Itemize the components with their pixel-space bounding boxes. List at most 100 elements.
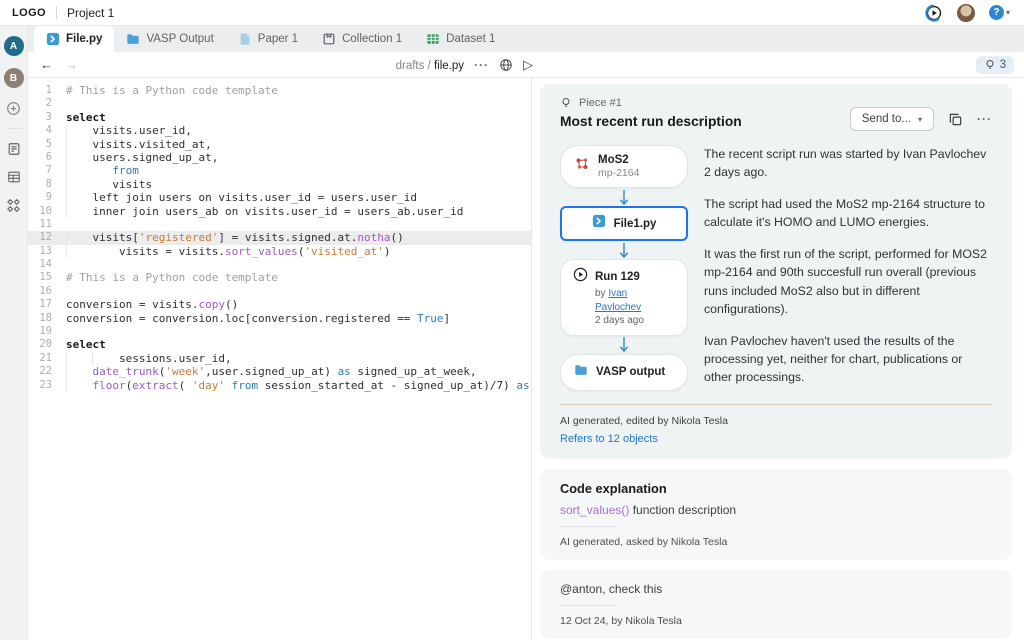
code-line-10[interactable]: 10 inner join users_ab on visits.user_id… [28, 205, 531, 218]
indent-guide [66, 191, 67, 204]
code-line-1[interactable]: 1# This is a Python code template [28, 84, 531, 97]
code-editor[interactable]: 1# This is a Python code template23selec… [28, 78, 532, 640]
code-line-5[interactable]: 5 visits.visited_at, [28, 138, 531, 151]
globe-icon[interactable] [499, 58, 513, 72]
code-text [66, 218, 531, 231]
code-line-22[interactable]: 22 date_trunk('week',user.signed_up_at) … [28, 365, 531, 378]
indent-guide [92, 352, 93, 365]
paper-icon [238, 32, 252, 46]
sidebar-avatar-a[interactable]: A [4, 36, 24, 56]
help-icon[interactable]: ? [989, 5, 1004, 20]
code-text: visits [66, 178, 531, 191]
function-name[interactable]: sort_values() [560, 503, 629, 517]
code-line-9[interactable]: 9 left join users on visits.user_id = us… [28, 191, 531, 204]
help-menu[interactable]: ? ▾ [989, 5, 1010, 20]
flow-arrow-down-icon [618, 241, 630, 259]
tab-label: Paper 1 [258, 33, 298, 45]
run-file-icon[interactable]: ▷ [523, 58, 533, 71]
code-line-12[interactable]: 12 visits['registered'] = visits.signed.… [28, 231, 531, 244]
molecule-icon [574, 156, 590, 177]
right-panel: Piece #1 Most recent run description Sen… [532, 78, 1024, 640]
node-subtitle: mp-2164 [598, 167, 639, 179]
code-line-19[interactable]: 19 [28, 325, 531, 338]
flow-node-vasp-output[interactable]: VASP output [560, 354, 688, 391]
editor-toolbar: ← → drafts / file.py ··· ▷ 3 [28, 52, 1024, 78]
indent-guide [66, 352, 67, 365]
line-number: 7 [28, 164, 66, 177]
breadcrumb-more-icon[interactable]: ··· [474, 58, 489, 72]
send-to-button[interactable]: Send to... ▾ [850, 107, 934, 131]
code-text: # This is a Python code template [66, 271, 531, 284]
tab-vasp-output[interactable]: VASP Output [114, 26, 225, 52]
comment-meta: 12 Oct 24, by Nikola Tesla [560, 615, 992, 627]
code-line-3[interactable]: 3select [28, 111, 531, 124]
sidebar-avatar-b[interactable]: B [4, 68, 24, 88]
line-number: 23 [28, 379, 66, 392]
code-line-14[interactable]: 14 [28, 258, 531, 271]
piece-title: Most recent run description [560, 114, 742, 129]
copy-icon[interactable] [948, 112, 963, 127]
app-logo[interactable]: LOGO [12, 7, 46, 19]
sidebar-apps-icon[interactable] [6, 197, 22, 213]
code-line-11[interactable]: 11 [28, 218, 531, 231]
line-number: 2 [28, 97, 66, 110]
user-avatar[interactable] [957, 4, 975, 22]
tab-paper-1[interactable]: Paper 1 [226, 26, 310, 52]
top-bar: LOGO Project 1 ? ▾ [0, 0, 1024, 26]
sidebar-table-icon[interactable] [6, 169, 22, 185]
back-icon[interactable]: ← [40, 58, 53, 71]
code-text: inner join users_ab on visits.user_id = … [66, 205, 531, 218]
hints-count: 3 [1000, 59, 1006, 71]
forward-icon[interactable]: → [65, 58, 78, 71]
comment-card[interactable]: @anton, check this 12 Oct 24, by Nikola … [540, 570, 1012, 639]
flow-node-mos2[interactable]: MoS2mp-2164 [560, 145, 688, 188]
ai-attribution: AI generated, edited by Nikola Tesla [560, 415, 992, 427]
breadcrumb: drafts / file.py ··· ▷ [98, 56, 533, 74]
node-title: MoS2 [598, 154, 639, 166]
code-line-21[interactable]: 21 sessions.user_id, [28, 352, 531, 365]
code-line-23[interactable]: 23 floor(extract( 'day' from session_sta… [28, 379, 531, 392]
project-name[interactable]: Project 1 [67, 6, 114, 20]
tab-bar: File.pyVASP Output Paper 1 Collection 1 Dat… [28, 26, 1024, 52]
code-line-15[interactable]: 15# This is a Python code template [28, 271, 531, 284]
flow-node-file1-py[interactable]: File1.py [560, 206, 688, 241]
hints-badge[interactable]: 3 [976, 56, 1014, 74]
code-text: select [66, 338, 531, 351]
indent-guide [66, 245, 67, 258]
line-number: 13 [28, 245, 66, 258]
piece-description: The recent script run was started by Iva… [704, 145, 992, 400]
run-progress-icon[interactable] [925, 4, 943, 22]
code-line-7[interactable]: 7 from [28, 164, 531, 177]
flow-arrow-down-icon [618, 188, 630, 206]
code-line-16[interactable]: 16 [28, 285, 531, 298]
flow-node-run-129[interactable]: Run 129by Ivan Pavlochev2 days ago [560, 259, 688, 336]
code-line-8[interactable]: 8 visits [28, 178, 531, 191]
sidebar-add-icon[interactable] [6, 100, 22, 116]
refers-link[interactable]: Refers to 12 objects [560, 433, 992, 445]
sidebar-note-icon[interactable] [6, 141, 22, 157]
breadcrumb-file[interactable]: file.py [434, 60, 464, 72]
code-line-6[interactable]: 6 users.signed_up_at, [28, 151, 531, 164]
code-line-13[interactable]: 13 visits = visits.sort_values('visited_… [28, 245, 531, 258]
tab-dataset-1[interactable]: Dataset 1 [414, 26, 507, 52]
tab-file-py[interactable]: File.py [34, 26, 114, 52]
node-timestamp: 2 days ago [595, 314, 675, 328]
code-text: visits = visits.sort_values('visited_at'… [66, 245, 531, 258]
code-text [66, 97, 531, 110]
description-paragraph: Ivan Pavlochev haven't used the results … [704, 332, 992, 387]
indent-guide [66, 138, 67, 151]
line-number: 12 [28, 231, 66, 244]
code-line-20[interactable]: 20select [28, 338, 531, 351]
author-link[interactable]: Ivan Pavlochev [595, 288, 641, 313]
breadcrumb-folder[interactable]: drafts / [396, 60, 434, 72]
explanation-text: function description [629, 503, 736, 517]
code-line-2[interactable]: 2 [28, 97, 531, 110]
code-explanation-card[interactable]: Code explanation sort_values() function … [540, 469, 1012, 560]
indent-guide [66, 164, 67, 177]
tab-collection-1[interactable]: Collection 1 [310, 26, 414, 52]
more-options-icon[interactable]: ··· [977, 112, 992, 126]
code-line-17[interactable]: 17conversion = visits.copy() [28, 298, 531, 311]
code-line-4[interactable]: 4 visits.user_id, [28, 124, 531, 137]
tab-label: Collection 1 [342, 33, 402, 45]
code-line-18[interactable]: 18conversion = conversion.loc[conversion… [28, 312, 531, 325]
